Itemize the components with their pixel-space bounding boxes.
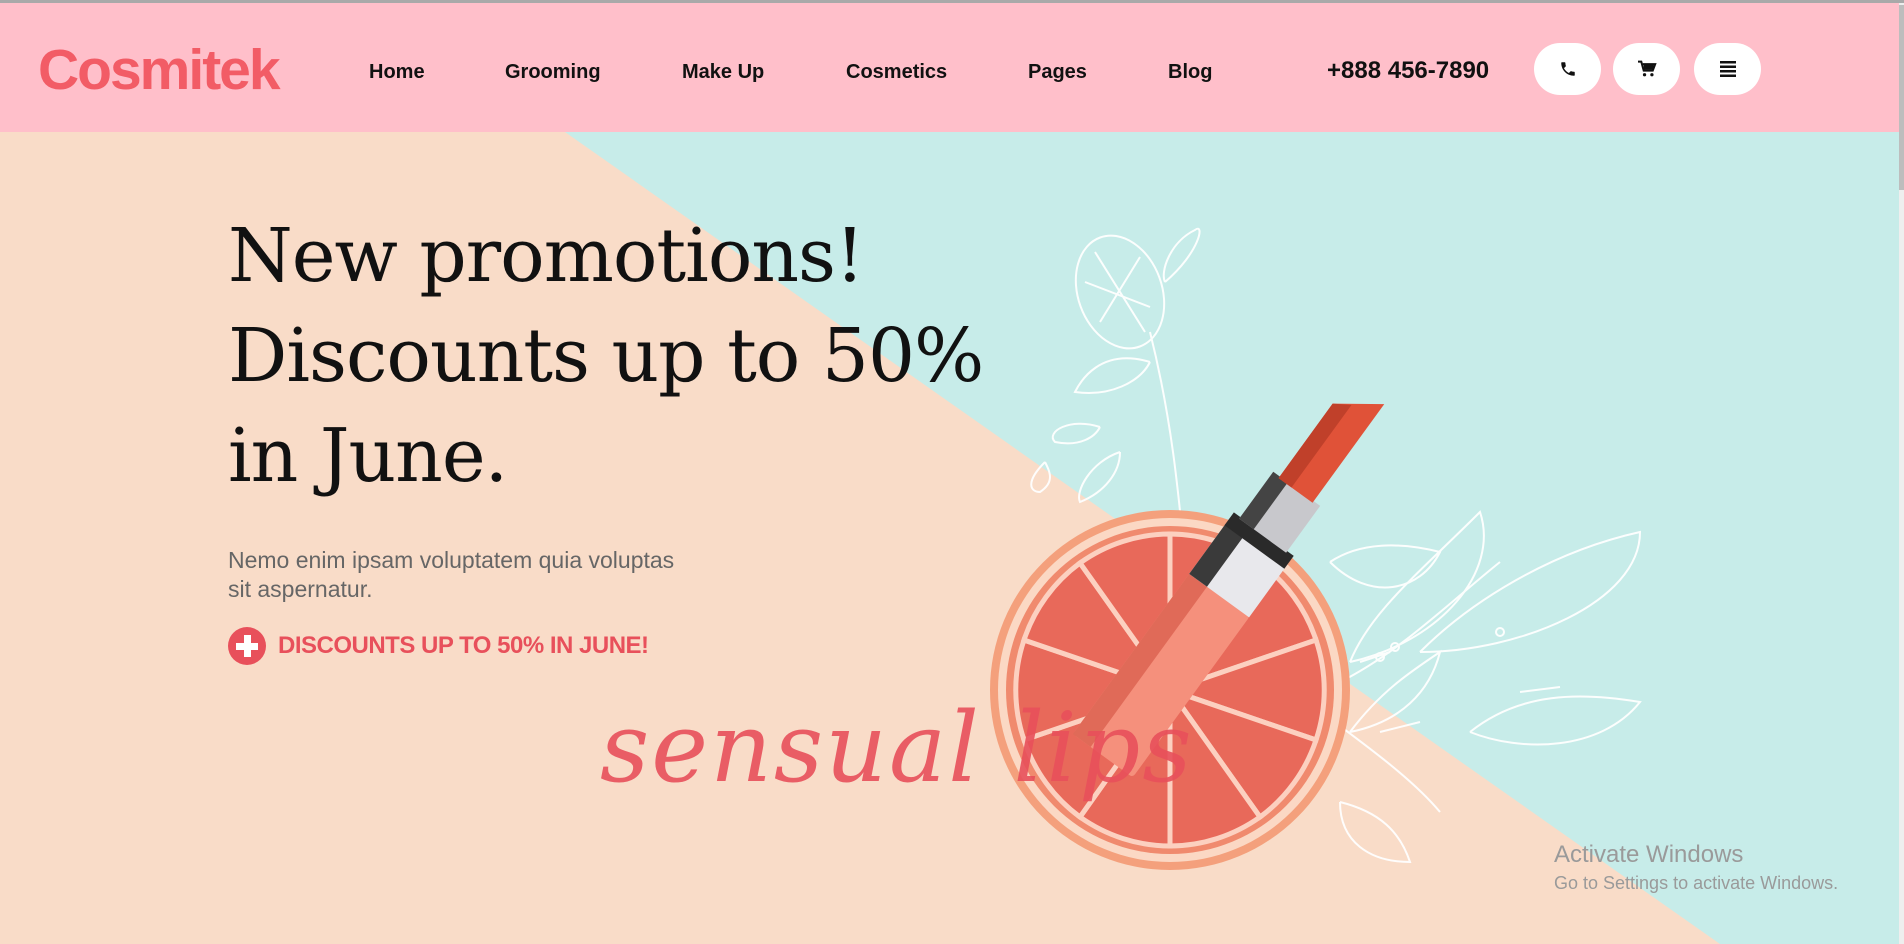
headline-line-2: Discounts up to 50% (228, 313, 984, 399)
script-tagline: sensual lips (600, 692, 1194, 804)
nav-grooming[interactable]: Grooming (505, 61, 601, 84)
hero-headline: New promotions! Discounts up to 50% in J… (228, 206, 988, 506)
nav-pages[interactable]: Pages (1028, 61, 1087, 84)
nav-blog[interactable]: Blog (1168, 61, 1212, 84)
cart-button[interactable] (1613, 43, 1680, 95)
scrollbar-thumb[interactable] (1899, 5, 1904, 190)
phone-button[interactable] (1534, 43, 1601, 95)
headline-line-3: in June. (228, 413, 508, 499)
discount-link[interactable]: DISCOUNTS UP TO 50% IN JUNE! (228, 627, 649, 665)
nav-make-up[interactable]: Make Up (682, 61, 764, 84)
nav-home[interactable]: Home (369, 61, 425, 84)
activate-windows-watermark: Activate Windows Go to Settings to activ… (1554, 840, 1838, 896)
site-header: Cosmitek Home Grooming Make Up Cosmetics… (0, 3, 1899, 132)
hero-banner: New promotions! Discounts up to 50% in J… (0, 132, 1899, 944)
plus-icon (228, 627, 266, 665)
hero-description: Nemo enim ipsam voluptatem quia voluptas… (228, 547, 675, 602)
discount-label: DISCOUNTS UP TO 50% IN JUNE! (278, 632, 649, 659)
watermark-title: Activate Windows (1554, 841, 1744, 868)
phone-number[interactable]: +888 456-7890 (1327, 57, 1489, 85)
nav-cosmetics[interactable]: Cosmetics (846, 61, 947, 84)
watermark-subtitle: Go to Settings to activate Windows. (1554, 873, 1839, 893)
cart-icon (1637, 60, 1657, 77)
headline-line-1: New promotions! (228, 213, 865, 299)
brand-logo[interactable]: Cosmitek (38, 37, 281, 103)
menu-button[interactable] (1694, 43, 1761, 95)
phone-icon (1560, 62, 1575, 76)
menu-icon (1719, 61, 1736, 77)
